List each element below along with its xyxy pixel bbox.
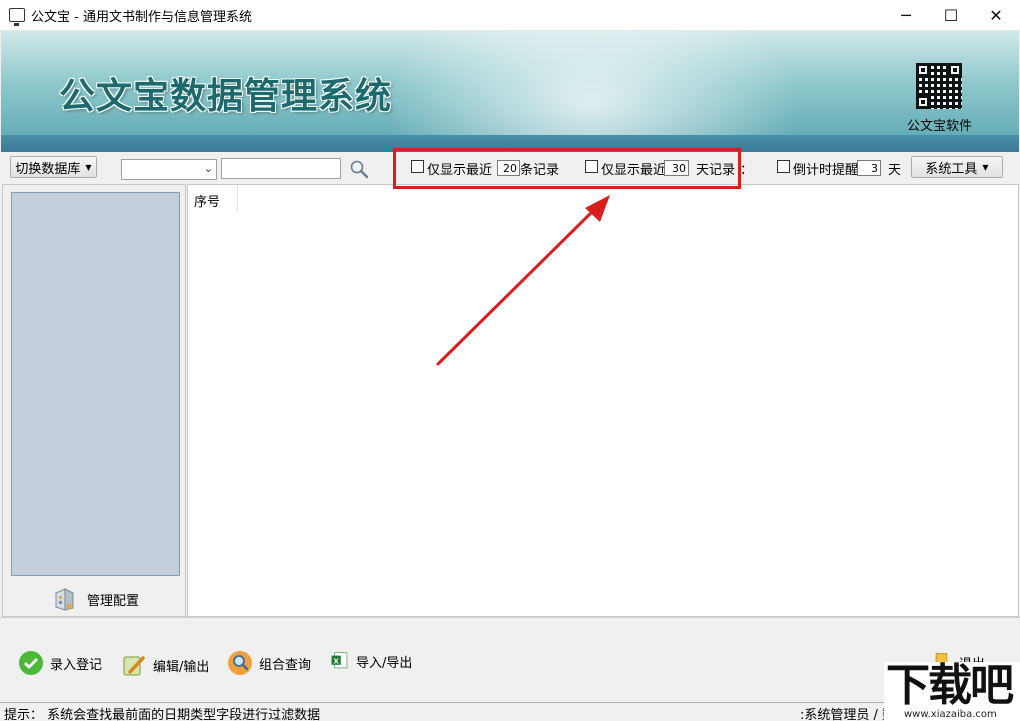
register-label: 录入登记 <box>50 657 103 673</box>
field-select[interactable]: ⌄ <box>121 159 217 180</box>
red-arrow-annotation <box>436 195 610 366</box>
separator-colon: ： <box>740 163 754 178</box>
switch-database-label: 切换数据库 <box>15 161 81 177</box>
title-bar: 公文宝 - 通用文书制作与信息管理系统 ─ ☐ ✕ <box>0 0 1020 31</box>
countdown-days[interactable]: 3 <box>857 160 881 176</box>
building-icon <box>55 588 74 611</box>
app-icon <box>9 8 25 26</box>
column-header-index[interactable]: 序号 <box>188 185 238 211</box>
minimize-button[interactable]: ─ <box>883 0 929 31</box>
combined-query-button[interactable]: 组合查询 <box>227 650 311 676</box>
svg-text:X: X <box>333 657 339 665</box>
maximize-button[interactable]: ☐ <box>928 0 974 31</box>
qr-label: 公文宝软件 <box>907 119 973 134</box>
switch-database-button[interactable]: 切换数据库 ▼ <box>10 156 97 178</box>
watermark-logo: 下载吧 www.xiazaiba.com <box>884 662 1020 721</box>
chevron-down-icon: ⌄ <box>203 162 213 175</box>
search-icon[interactable] <box>349 159 369 179</box>
check-circle-icon <box>19 651 43 675</box>
edit-icon <box>123 656 145 676</box>
left-panel: 管理配置 <box>2 184 186 617</box>
database-list[interactable] <box>11 192 180 576</box>
caret-down-icon: ▼ <box>85 162 92 172</box>
system-tools-label: 系统工具 <box>925 161 978 177</box>
excel-icon: X <box>331 652 348 669</box>
register-button[interactable]: 录入登记 <box>18 650 102 676</box>
watermark-brand: 下载吧 <box>886 660 1014 711</box>
edit-output-label: 编辑/输出 <box>153 659 210 675</box>
query-magnifier-icon <box>228 651 252 675</box>
status-user: :系统管理员 / 数 <box>800 708 896 721</box>
import-export-button[interactable]: X 导入/导出 <box>330 650 412 672</box>
watermark-url: www.xiazaiba.com <box>904 709 997 720</box>
caret-down-icon: ▼ <box>982 162 989 172</box>
combined-query-label: 组合查询 <box>259 657 312 673</box>
action-bar: 录入登记 编辑/输出 组合查询 X 导入/导出 退出 <box>0 617 1020 702</box>
header-banner: 公文宝数据管理系统 公文宝软件 <box>1 31 1019 152</box>
qr-code-icon <box>916 63 962 109</box>
close-button[interactable]: ✕ <box>973 0 1019 31</box>
countdown-unit: 天 <box>888 163 902 178</box>
system-tools-button[interactable]: 系统工具 ▼ <box>911 156 1003 178</box>
system-title: 公文宝数据管理系统 <box>59 76 393 117</box>
countdown-checkbox[interactable] <box>777 160 790 173</box>
import-export-label: 导入/导出 <box>356 655 413 671</box>
highlight-box <box>393 148 741 189</box>
status-hint: 提示： 系统会查找最前面的日期类型字段进行过滤数据 <box>4 708 321 721</box>
manage-config-label: 管理配置 <box>87 593 140 609</box>
status-bar: 提示： 系统会查找最前面的日期类型字段进行过滤数据 :系统管理员 / 数 <box>0 702 1020 721</box>
manage-config-button[interactable]: 管理配置 <box>53 587 139 611</box>
countdown-label: 倒计时提醒 <box>793 163 859 178</box>
search-input[interactable] <box>221 158 341 179</box>
edit-output-button[interactable]: 编辑/输出 <box>121 652 209 678</box>
window-title: 公文宝 - 通用文书制作与信息管理系统 <box>31 9 252 25</box>
